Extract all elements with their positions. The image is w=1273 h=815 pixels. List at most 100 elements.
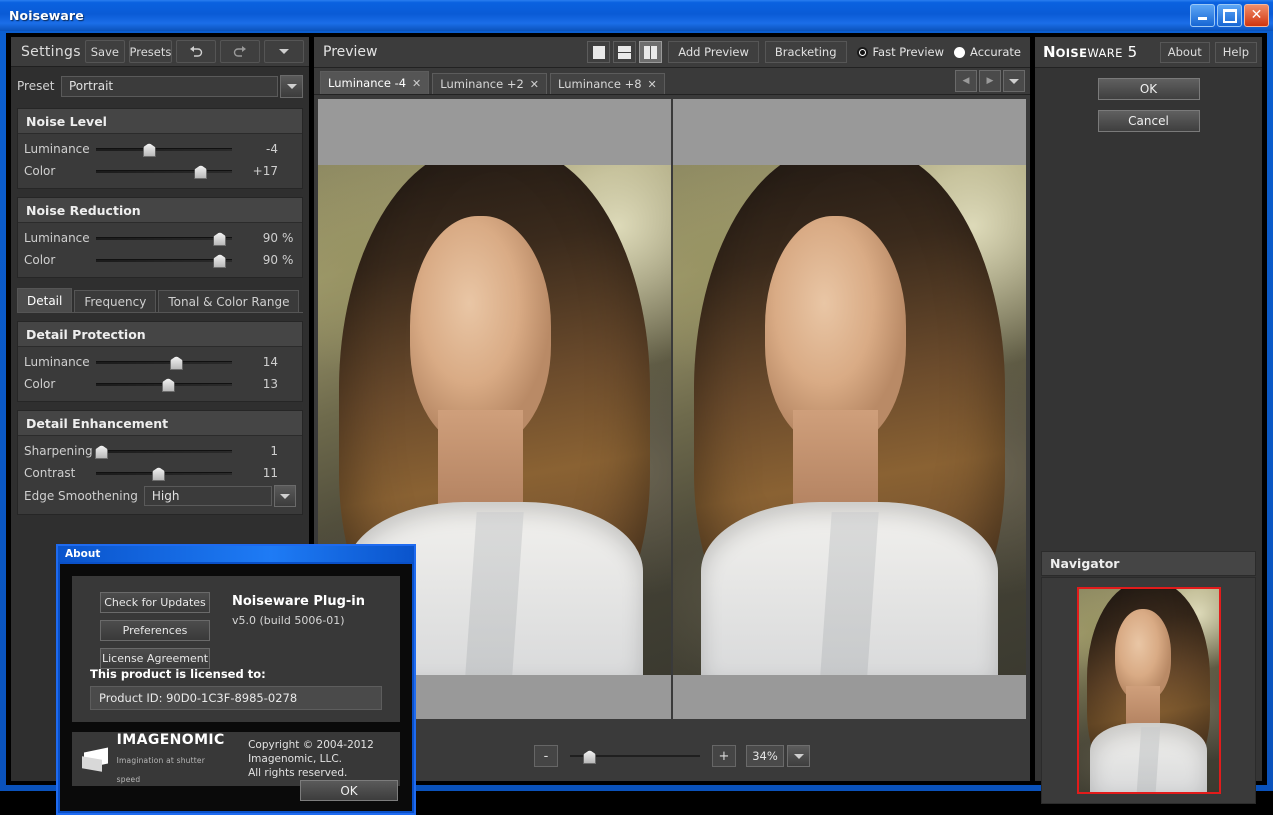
tab-next-button[interactable]: ▶ — [979, 70, 1001, 92]
imagenomic-mark-icon — [82, 746, 111, 772]
close-button[interactable]: ✕ — [1244, 4, 1269, 27]
slider-track[interactable] — [96, 164, 232, 178]
preview-image-processed — [673, 165, 1026, 675]
accurate-label: Accurate — [970, 45, 1021, 59]
check-for-updates-button[interactable]: Check for Updates — [100, 592, 210, 613]
presets-button[interactable]: Presets — [129, 40, 172, 63]
tab-frequency[interactable]: Frequency — [74, 290, 156, 312]
zoom-out-button[interactable]: - — [534, 745, 558, 767]
settings-menu-button[interactable] — [264, 40, 304, 63]
slider-value: 1 — [238, 444, 278, 458]
slider-knob[interactable] — [194, 165, 207, 179]
preview-tab-luminance-minus-4[interactable]: Luminance -4 ✕ — [320, 71, 429, 94]
tab-prev-button[interactable]: ◀ — [955, 70, 977, 92]
preview-tab-label: Luminance +8 — [558, 77, 642, 91]
undo-button[interactable] — [176, 40, 216, 63]
slider-track[interactable] — [96, 231, 232, 245]
vertical-split-icon — [644, 46, 657, 59]
noise-level-title: Noise Level — [18, 109, 302, 134]
slider-track[interactable] — [96, 377, 232, 391]
preview-tab-strip: Luminance -4 ✕ Luminance +2 ✕ Luminance … — [314, 68, 1030, 95]
minimize-icon — [1198, 17, 1207, 20]
slider-knob[interactable] — [152, 467, 165, 481]
vertical-split-button[interactable] — [639, 41, 662, 63]
restore-button[interactable] — [1217, 4, 1242, 27]
tab-detail[interactable]: Detail — [17, 288, 72, 312]
imagenomic-logo: IMAGENOMIC Imagination at shutter speed — [82, 732, 226, 786]
slider-knob[interactable] — [95, 445, 108, 459]
logo-name: IMAGENOMIC — [117, 732, 226, 748]
preset-select[interactable]: Portrait — [61, 76, 278, 97]
ok-button[interactable]: OK — [1098, 78, 1200, 100]
preferences-button[interactable]: Preferences — [100, 620, 210, 641]
zoom-in-button[interactable]: + — [712, 745, 736, 767]
product-title: Noiseware Plug-in — [232, 594, 365, 609]
slider-value: 90 — [238, 253, 278, 267]
slider-track[interactable] — [96, 466, 232, 480]
slider-value: 11 — [238, 466, 278, 480]
about-footer-card: IMAGENOMIC Imagination at shutter speed … — [72, 732, 400, 786]
brand-bar: NOISEWARE 5 About Help — [1035, 37, 1262, 68]
slider-track[interactable] — [96, 142, 232, 156]
navigator-thumbnail[interactable] — [1077, 587, 1221, 794]
about-button[interactable]: About — [1160, 42, 1210, 63]
edge-smoothening-select[interactable]: High — [144, 486, 272, 506]
close-icon: ✕ — [1251, 8, 1263, 22]
slider-knob[interactable] — [143, 143, 156, 157]
action-panel: NOISEWARE 5 About Help OK Cancel Navigat… — [1035, 37, 1262, 781]
copyright-line-2: All rights reserved. — [248, 766, 400, 780]
slider-value: 90 — [238, 231, 278, 245]
preview-tab-luminance-plus-2[interactable]: Luminance +2 ✕ — [432, 73, 547, 94]
chevron-down-icon — [280, 494, 290, 499]
preview-tab-luminance-plus-8[interactable]: Luminance +8 ✕ — [550, 73, 665, 94]
save-button[interactable]: Save — [85, 40, 125, 63]
brand-suffix: WARE — [1087, 46, 1122, 60]
single-view-icon — [593, 46, 605, 59]
edge-smoothening-row: Edge Smoothening High — [18, 484, 302, 508]
slider-knob[interactable] — [213, 254, 226, 268]
zoom-value[interactable]: 34% — [746, 745, 784, 767]
chevron-down-icon — [279, 49, 289, 54]
cancel-button[interactable]: Cancel — [1098, 110, 1200, 132]
slider-row: Contrast 11 — [18, 462, 302, 484]
slider-knob[interactable] — [170, 356, 183, 370]
preview-canvas[interactable] — [318, 99, 1026, 719]
zoom-dropdown-button[interactable] — [787, 745, 810, 767]
preview-pane-processed[interactable] — [671, 99, 1026, 719]
product-id-field[interactable]: Product ID: 90D0-1C3F-8985-0278 — [90, 686, 382, 710]
slider-knob[interactable] — [162, 378, 175, 392]
navigator-panel[interactable] — [1041, 577, 1256, 804]
zoom-slider-knob[interactable] — [583, 750, 596, 764]
slider-track[interactable] — [96, 253, 232, 267]
license-agreement-button[interactable]: License Agreement — [100, 648, 210, 669]
copyright-text: Copyright © 2004-2012 Imagenomic, LLC. A… — [248, 738, 400, 781]
slider-knob[interactable] — [213, 232, 226, 246]
zoom-slider-track[interactable] — [570, 749, 700, 763]
minimize-button[interactable] — [1190, 4, 1215, 27]
horizontal-split-icon — [618, 46, 631, 59]
slider-track[interactable] — [96, 355, 232, 369]
edge-smoothening-dropdown-button[interactable] — [274, 485, 296, 507]
close-icon[interactable]: ✕ — [412, 77, 421, 90]
close-icon[interactable]: ✕ — [530, 78, 539, 91]
redo-button[interactable] — [220, 40, 260, 63]
preset-dropdown-button[interactable] — [280, 75, 303, 98]
accurate-radio[interactable]: Accurate — [954, 45, 1021, 59]
detail-protection-title: Detail Protection — [18, 322, 302, 347]
close-icon[interactable]: ✕ — [648, 78, 657, 91]
slider-row: Sharpening 1 — [18, 440, 302, 462]
add-preview-button[interactable]: Add Preview — [668, 41, 759, 63]
tab-list-button[interactable] — [1003, 70, 1025, 92]
single-view-button[interactable] — [587, 41, 610, 63]
about-dialog-title-bar: About — [58, 546, 414, 562]
horizontal-split-button[interactable] — [613, 41, 636, 63]
slider-row: Color +17 — [18, 160, 302, 182]
licensed-to-label: This product is licensed to: — [90, 667, 382, 681]
help-button[interactable]: Help — [1215, 42, 1257, 63]
slider-row: Color 90 % — [18, 249, 302, 271]
slider-track[interactable] — [96, 444, 232, 458]
fast-preview-radio[interactable]: Fast Preview — [857, 45, 945, 59]
bracketing-button[interactable]: Bracketing — [765, 41, 847, 63]
brand-title: NOISEWARE 5 — [1043, 43, 1160, 61]
tab-tonal-color-range[interactable]: Tonal & Color Range — [158, 290, 299, 312]
